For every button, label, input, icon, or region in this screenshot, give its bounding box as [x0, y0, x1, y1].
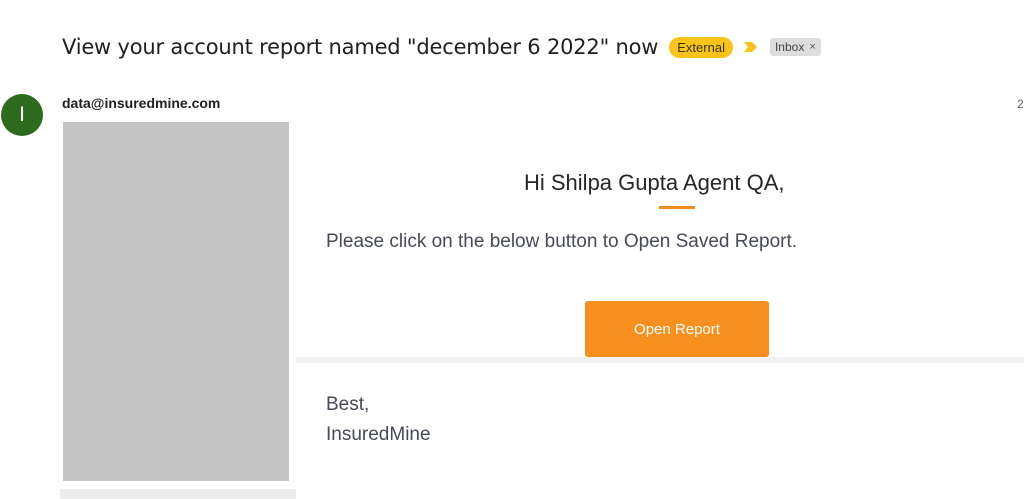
signoff: Best, InsuredMine [326, 390, 431, 450]
signoff-line-1: Best, [326, 394, 370, 415]
message-date: 2 [1017, 97, 1024, 111]
image-placeholder-strip [60, 489, 296, 499]
subject-row: View your account report named "december… [62, 30, 821, 64]
greeting-text: Hi Shilpa Gupta Agent QA, [524, 170, 785, 195]
sender-email[interactable]: data@insuredmine.com [62, 95, 220, 111]
signoff-line-2: InsuredMine [326, 424, 431, 445]
greeting-underline [659, 206, 695, 209]
importance-marker-icon[interactable] [743, 41, 758, 53]
avatar[interactable]: I [1, 94, 43, 136]
open-report-button[interactable]: Open Report [585, 301, 769, 357]
label-inbox-text: Inbox [774, 40, 805, 54]
image-placeholder [63, 122, 289, 481]
instruction-text: Please click on the below button to Open… [326, 231, 798, 252]
remove-label-icon[interactable]: × [809, 40, 815, 54]
email-subject: View your account report named "december… [62, 35, 659, 59]
label-inbox[interactable]: Inbox × [769, 38, 821, 56]
external-badge: External [669, 36, 733, 58]
divider [296, 357, 1024, 363]
